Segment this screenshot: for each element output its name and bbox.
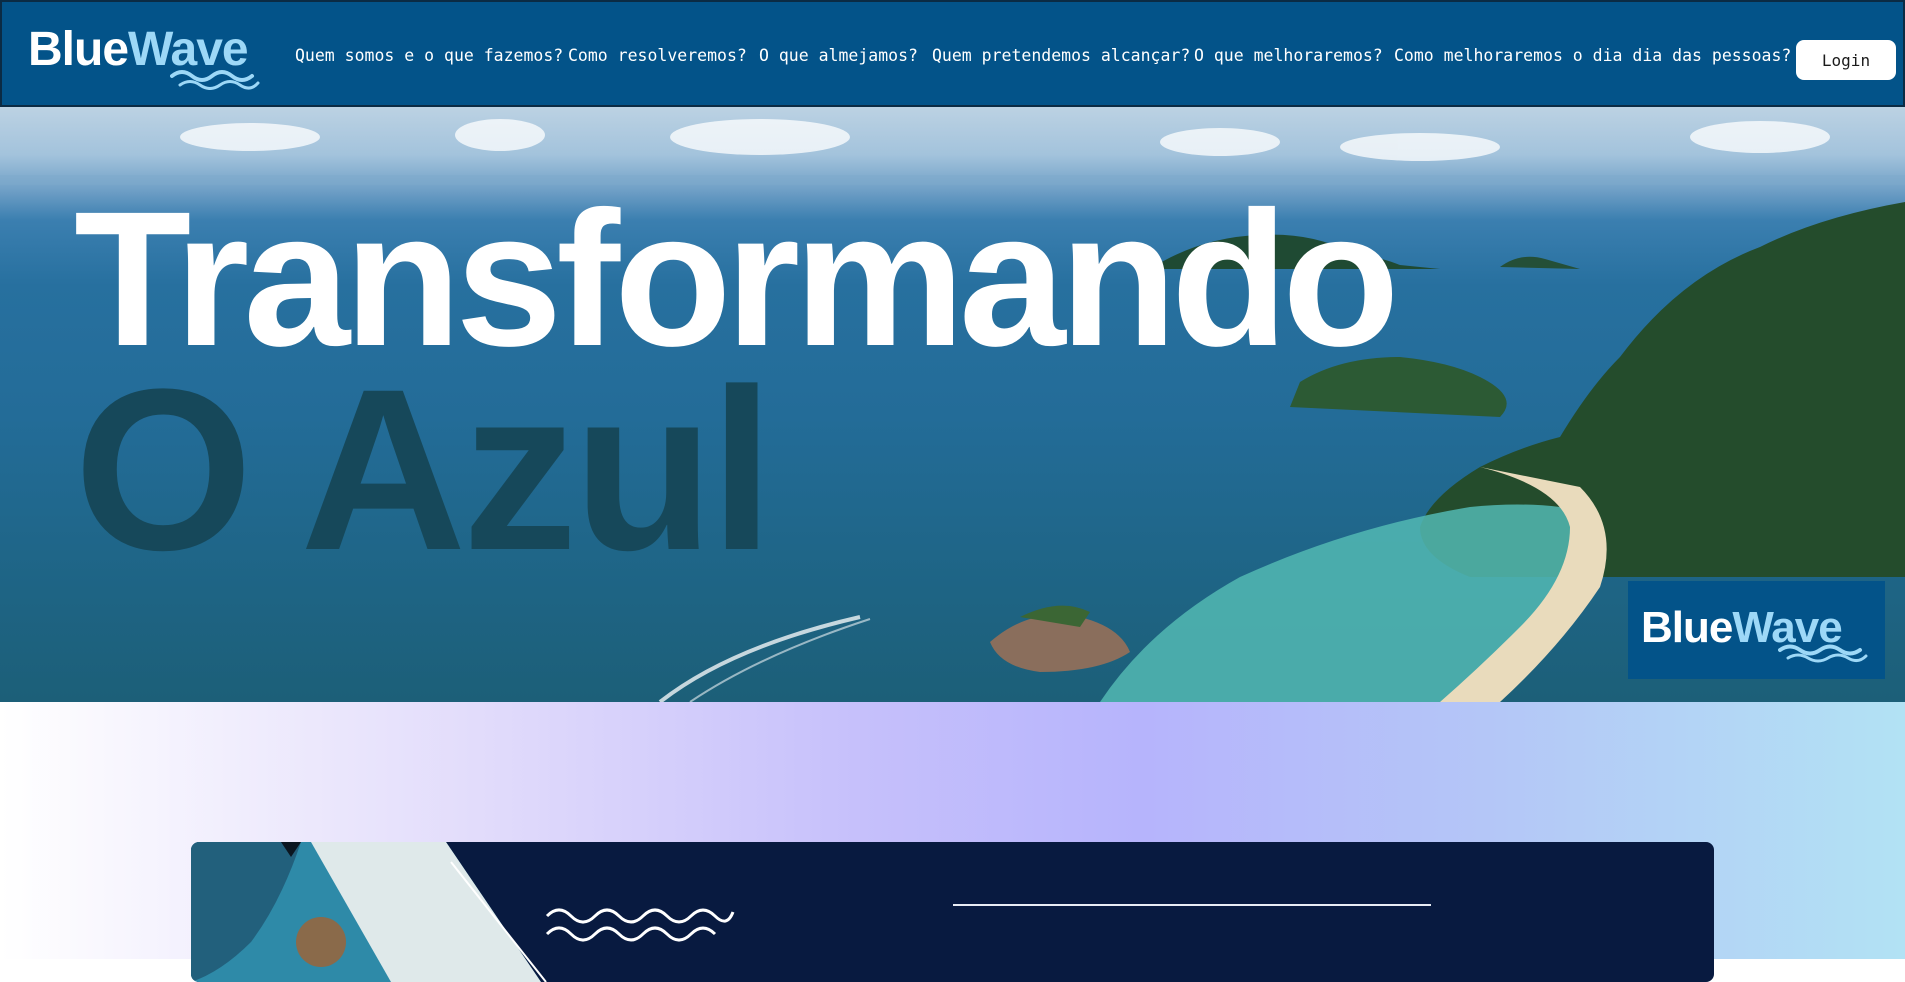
brand-name-part1: Blue: [28, 23, 129, 76]
nav-link-quem-somos[interactable]: Quem somos e o que fazemos?: [295, 46, 563, 65]
about-section: [0, 702, 1905, 982]
nav-link-como-melhoraremos[interactable]: Como melhoraremos o dia dia das pessoas?: [1394, 46, 1791, 65]
nav-link-como-resolveremos[interactable]: Como resolveremos?: [568, 46, 747, 65]
nav-link-quem-pretendemos-alcancar[interactable]: Quem pretendemos alcançar?: [932, 46, 1190, 65]
card-photo-image: [191, 842, 547, 982]
login-button[interactable]: Login: [1796, 40, 1896, 80]
badge-wave-icon: [1778, 644, 1868, 663]
brand-logo[interactable]: BlueWave: [28, 23, 260, 90]
top-navbar: BlueWave Quem somos e o que fazemos? Com…: [0, 0, 1905, 107]
wave-logo-icon: [170, 70, 260, 90]
card-waves-icon: [545, 908, 735, 942]
info-card: [191, 842, 1714, 982]
hero-subtitle: O Azul: [74, 341, 774, 598]
badge-name-part1: Blue: [1641, 603, 1733, 652]
brand-badge: BlueWave: [1628, 581, 1885, 679]
nav-link-o-que-melhoraremos[interactable]: O que melhoraremos?: [1194, 46, 1383, 65]
hero-banner: Transformando O Azul BlueWave: [0, 107, 1905, 702]
nav-link-o-que-almejamos[interactable]: O que almejamos?: [759, 46, 918, 65]
card-divider: [953, 904, 1431, 906]
